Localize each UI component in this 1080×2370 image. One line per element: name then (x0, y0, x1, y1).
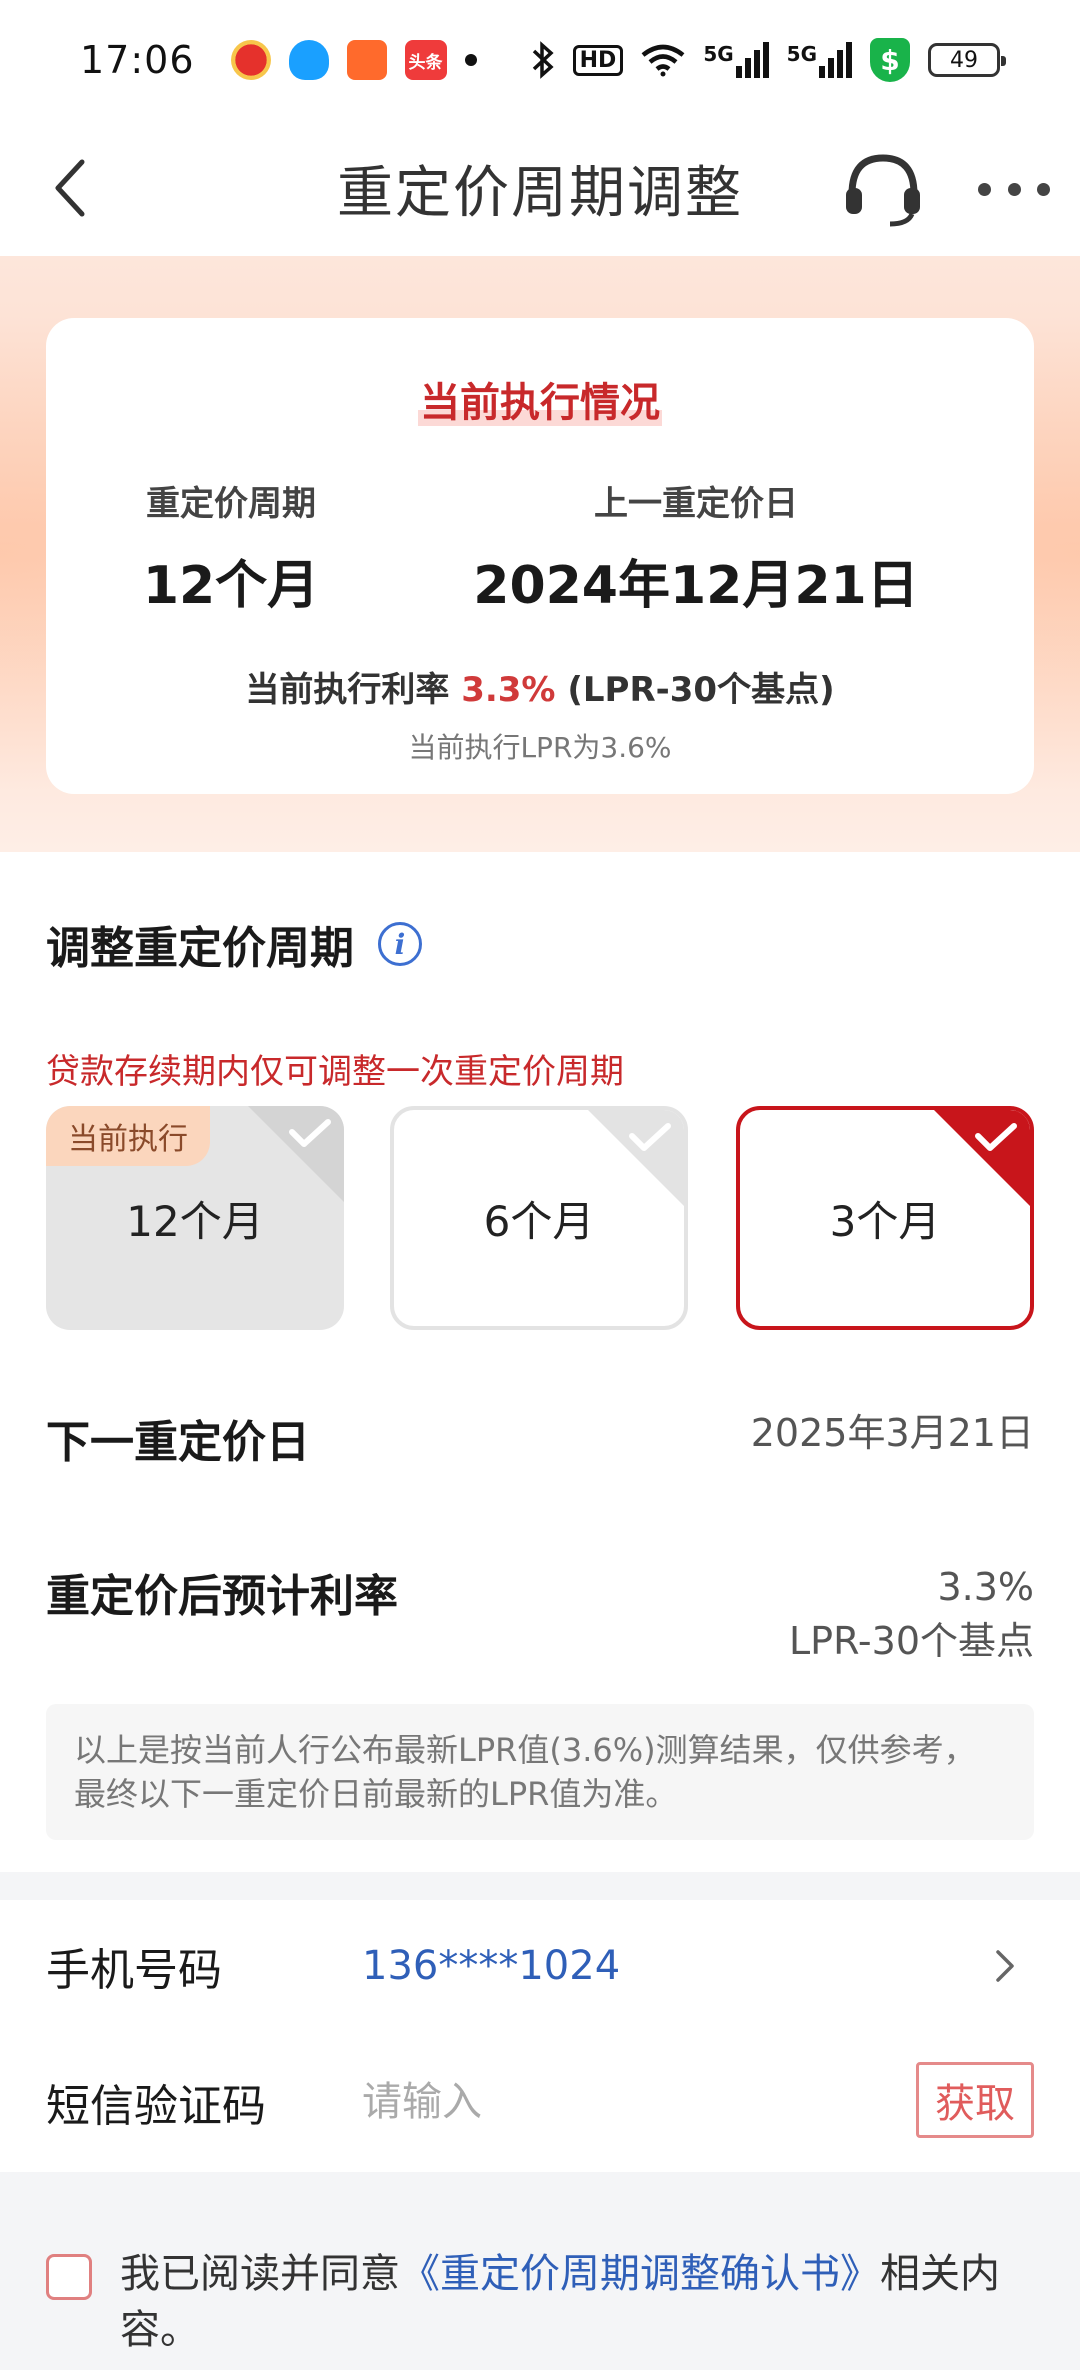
signal-1-icon: 5G (703, 42, 769, 78)
option-12-months[interactable]: 当前执行 12个月 (46, 1106, 344, 1330)
sms-row: 短信验证码 获取 (46, 2052, 1034, 2152)
agreement-link[interactable]: 《重定价周期调整确认书》 (400, 2251, 880, 2297)
option-label: 12个月 (126, 1196, 264, 1246)
battery-icon: 49 (928, 43, 1006, 77)
current-cycle-label: 重定价周期 (146, 484, 316, 524)
nav-bar: 重定价周期调整 (0, 120, 1080, 256)
current-status-title: 当前执行情况 (418, 380, 662, 426)
expected-rate-row: 重定价后预计利率 3.3% LPR-30个基点 (46, 1560, 1034, 1663)
current-status-card: 当前执行情况 重定价周期 12个月 上一重定价日 2024年12月21日 当前执… (46, 318, 1034, 794)
next-reprice-date-row: 下一重定价日 2025年3月21日 (46, 1406, 1034, 1470)
chevron-right-icon (996, 1950, 1014, 1982)
cycle-options: 当前执行 12个月 6个月 3个月 (46, 1106, 1034, 1330)
info-icon[interactable]: i (378, 922, 422, 966)
last-reprice-date-value: 2024年12月21日 (473, 556, 919, 616)
more-notifications-dot (464, 54, 477, 66)
phone-value: 136****1024 (362, 1943, 621, 1989)
current-lpr-note: 当前执行LPR为3.6% (408, 731, 672, 764)
current-badge: 当前执行 (46, 1106, 210, 1166)
current-status-section: 当前执行情况 重定价周期 12个月 上一重定价日 2024年12月21日 当前执… (0, 256, 1080, 852)
more-button[interactable] (978, 164, 1050, 214)
section-divider (0, 1872, 1080, 1900)
agree-checkbox[interactable] (46, 2254, 92, 2300)
bluetooth-icon (532, 41, 554, 79)
last-reprice-date-label: 上一重定价日 (594, 484, 798, 524)
option-6-months[interactable]: 6个月 (390, 1106, 688, 1330)
agreement-text: 我已阅读并同意《重定价周期调整确认书》相关内容。 (120, 2251, 1000, 2353)
hd-icon: HD (572, 44, 624, 76)
status-right: HD 5G 5G $ 49 (531, 38, 1006, 82)
wifi-icon (641, 44, 685, 77)
disclaimer-box: 以上是按当前人行公布最新LPR值(3.6%)测算结果，仅供参考，最终以下一重定价… (46, 1704, 1034, 1840)
customer-service-button[interactable] (838, 144, 928, 234)
status-bar: 17:06 头条 HD 5G 5G $ 49 (0, 0, 1080, 120)
option-3-months[interactable]: 3个月 (736, 1106, 1034, 1330)
phone-label: 手机号码 (46, 1945, 222, 1996)
expected-rate-value: 3.3% LPR-30个基点 (788, 1565, 1034, 1663)
phone-row[interactable]: 手机号码 136****1024 (46, 1916, 1034, 2016)
check-icon (588, 1110, 684, 1206)
security-shield-icon: $ (870, 38, 910, 82)
current-cycle: 重定价周期 12个月 (106, 476, 356, 618)
status-time: 17:06 (80, 38, 195, 82)
adjust-section-title: 调整重定价周期 i (46, 912, 422, 976)
get-code-button[interactable]: 获取 (916, 2062, 1034, 2138)
back-button[interactable] (40, 150, 116, 226)
sms-code-input[interactable] (362, 2079, 862, 2125)
check-icon (248, 1106, 344, 1202)
app-icon (346, 40, 387, 80)
next-reprice-date-value: 2025年3月21日 (750, 1411, 1034, 1455)
last-reprice-date: 上一重定价日 2024年12月21日 (446, 476, 946, 618)
page-title: 重定价周期调整 (337, 160, 743, 226)
qq-icon (288, 40, 329, 80)
current-cycle-value: 12个月 (142, 556, 320, 616)
option-label: 3个月 (829, 1196, 941, 1246)
option-label: 6个月 (483, 1196, 595, 1246)
sms-label: 短信验证码 (46, 2081, 266, 2132)
toutiao-icon: 头条 (404, 40, 447, 80)
current-rate-line: 当前执行利率 3.3% (LPR-30个基点) (245, 670, 835, 710)
current-rate-value: 3.3% (461, 670, 556, 710)
notif-app-icon (230, 40, 271, 80)
adjust-warning: 贷款存续期内仅可调整一次重定价周期 (46, 1052, 624, 1092)
signal-2-icon: 5G (787, 42, 852, 78)
notification-icons: 头条 (230, 40, 477, 80)
check-icon (934, 1110, 1030, 1206)
agreement-row: 我已阅读并同意《重定价周期调整确认书》相关内容。 (46, 2246, 1034, 2358)
